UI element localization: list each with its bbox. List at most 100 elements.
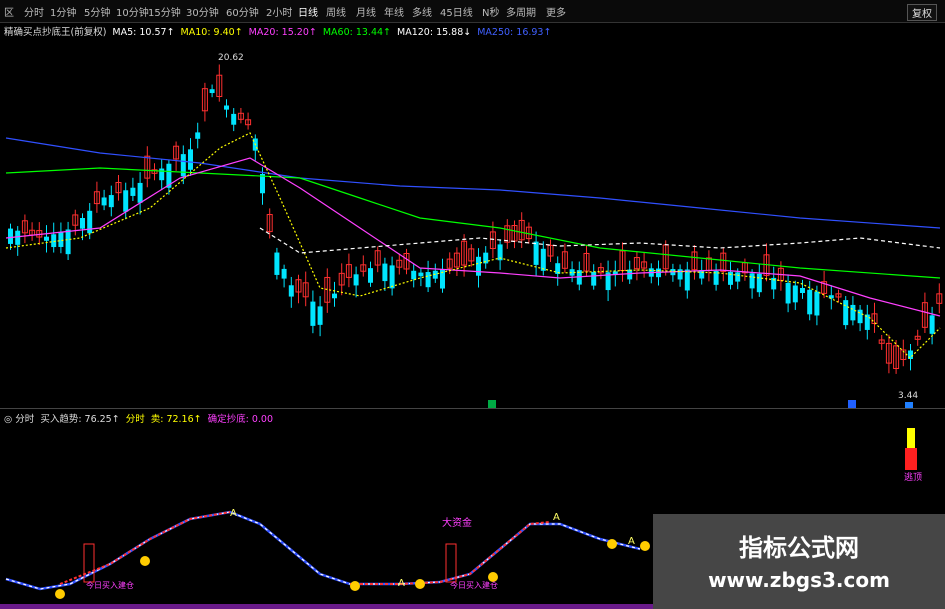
- candle-body: [274, 252, 280, 275]
- smiley-marker: [415, 579, 425, 589]
- tab-13[interactable]: 多线: [412, 4, 432, 19]
- annotation-label: 今日买入建仓: [86, 580, 134, 590]
- annotation-label: 今日买入建仓: [450, 580, 498, 590]
- ma-legend-item-4: MA60: 13.44↑: [322, 27, 392, 38]
- ma-legend: 精确买点抄底王(前复权) MA5: 10.57↑ MA10: 9.40↑ MA20: …: [4, 24, 557, 38]
- tab-12[interactable]: 年线: [384, 4, 404, 19]
- tab-17[interactable]: 更多: [546, 4, 566, 19]
- candle-body: [591, 271, 597, 286]
- ma-legend-item-1: MA5: 10.57↑: [112, 27, 175, 38]
- tab-14[interactable]: 45日线: [440, 4, 473, 19]
- ma20-line: [5, 157, 941, 317]
- candle-body: [792, 285, 798, 303]
- signal-marker: [488, 400, 496, 408]
- candle-body: [231, 113, 237, 125]
- red-bar: [445, 543, 457, 583]
- tab-8[interactable]: 2小时: [266, 4, 292, 19]
- candle-body: [44, 236, 49, 241]
- ma60-line: [5, 167, 941, 279]
- candle-body: [677, 269, 683, 280]
- period-toolbar: 区分时 1分钟 5分钟 10分钟 15分钟 30分钟 60分钟 2小时 日线 周线 月线 年线 多线 45…: [0, 0, 945, 23]
- tab-6[interactable]: 30分钟: [186, 4, 219, 19]
- candle-body: [353, 274, 359, 286]
- candle-body: [411, 270, 417, 280]
- candle-body: [929, 315, 935, 334]
- candle-body: [195, 132, 201, 139]
- tab-15[interactable]: N秒: [482, 4, 499, 19]
- candle-body: [108, 195, 114, 208]
- candle-body: [785, 282, 791, 304]
- smiley-marker: [55, 589, 65, 599]
- candle-body: [814, 291, 820, 316]
- candle-body: [288, 285, 294, 297]
- candlestick-chart[interactable]: 20.62 3.44: [0, 38, 945, 408]
- a-marker: A: [230, 508, 237, 519]
- candle-body: [533, 241, 539, 265]
- ma250-line: [5, 137, 941, 229]
- pane-divider: [0, 408, 945, 409]
- indicator-blue-line: [5, 510, 641, 591]
- candle-body: [864, 314, 870, 330]
- ma-legend-item-3: MA20: 15.20↑: [248, 27, 317, 38]
- ma-legend-item-0: 精确买点抄底王(前复权): [4, 27, 107, 38]
- candle-body: [65, 229, 71, 255]
- candle-body: [123, 190, 129, 212]
- candle-body: [382, 263, 388, 282]
- candle-body: [749, 273, 755, 289]
- candle-body: [368, 268, 373, 283]
- a-marker: A: [398, 578, 405, 589]
- watermark-url: www.zbgs3.com: [708, 568, 890, 592]
- candle-body: [188, 149, 193, 170]
- smiley-marker: [140, 556, 150, 566]
- candle-body: [101, 197, 107, 206]
- tab-9[interactable]: 日线: [298, 4, 318, 19]
- smiley-marker: [350, 581, 360, 591]
- candle-body: [807, 289, 813, 315]
- candle-body: [332, 293, 337, 299]
- high-price-label: 20.62: [218, 53, 244, 63]
- signal-bar: [905, 448, 917, 470]
- candle-body: [224, 105, 229, 110]
- watermark: 指标公式网 www.zbgs3.com: [653, 514, 945, 609]
- candle-body: [15, 230, 21, 245]
- tab-3[interactable]: 5分钟: [84, 4, 110, 19]
- candle-body: [756, 273, 762, 293]
- signal-marker: [848, 400, 856, 408]
- tab-10[interactable]: 周线: [326, 4, 346, 19]
- candle-body: [80, 218, 85, 229]
- ma-legend-item-5: MA120: 15.88↓: [397, 27, 472, 38]
- indicator-red-line: [350, 521, 551, 585]
- tab-16[interactable]: 多周期: [506, 4, 536, 19]
- candle-body: [908, 350, 913, 359]
- candle-body: [684, 269, 690, 291]
- candle-body: [51, 234, 57, 248]
- tab-1[interactable]: 分时: [24, 4, 44, 19]
- candle-body: [627, 269, 633, 280]
- candle-body: [180, 154, 186, 177]
- candle-body: [58, 231, 64, 247]
- tab-11[interactable]: 月线: [356, 4, 376, 19]
- tab-2[interactable]: 1分钟: [50, 4, 76, 19]
- rights-button[interactable]: 复权: [907, 4, 937, 21]
- candle-body: [850, 304, 856, 321]
- tab-4[interactable]: 10分钟: [116, 4, 149, 19]
- ma-legend-item-2: MA10: 9.40↑: [180, 27, 243, 38]
- tab-5[interactable]: 15分钟: [148, 4, 181, 19]
- candle-body: [310, 301, 316, 326]
- candle-body: [540, 248, 546, 271]
- candle-body: [476, 256, 481, 276]
- smiley-marker: [607, 539, 617, 549]
- ma10-line: [5, 132, 941, 359]
- candle-body: [159, 168, 165, 181]
- candle-body: [843, 300, 849, 326]
- tab-0[interactable]: 区: [4, 4, 14, 19]
- candle-body: [735, 272, 741, 282]
- candle-body: [418, 272, 424, 277]
- candle-body: [130, 187, 136, 196]
- smiley-marker: [640, 541, 650, 551]
- signal-bar: [907, 428, 915, 448]
- indicator-legend: ◎ 分时 买入趋势: 76.25↑ 分时 卖: 72.16↑ 确定抄底: 0.00: [4, 411, 279, 425]
- tab-7[interactable]: 60分钟: [226, 4, 259, 19]
- candle-body: [137, 182, 143, 203]
- a-marker: A: [628, 536, 635, 547]
